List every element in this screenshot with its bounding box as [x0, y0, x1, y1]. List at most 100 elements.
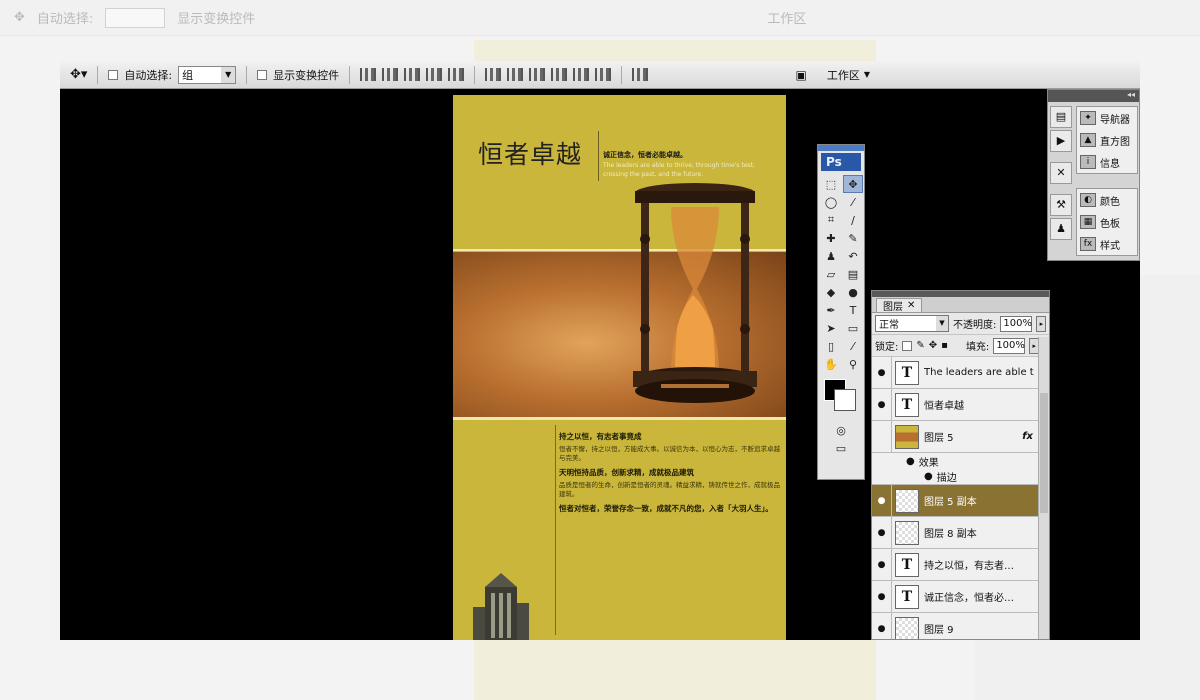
distribute-left-icon[interactable]	[551, 68, 568, 81]
layers-scrollbar[interactable]	[1038, 337, 1049, 639]
type-tool-icon[interactable]: T	[843, 301, 863, 319]
dock-header[interactable]: ◂◂	[1048, 90, 1139, 102]
tool-presets-icon[interactable]: ✕	[1050, 162, 1072, 184]
eye-icon[interactable]: ●	[872, 580, 892, 613]
crop-tool-icon[interactable]: ⌗	[821, 211, 841, 229]
eye-icon[interactable]: ●	[872, 516, 892, 549]
auto-align-icon[interactable]	[632, 68, 649, 81]
align-top-icon[interactable]	[360, 68, 377, 81]
healing-brush-icon[interactable]: ✚	[821, 229, 841, 247]
layer-row[interactable]: 图层 5 fx	[872, 420, 1049, 453]
fill-field[interactable]: 100%	[993, 337, 1026, 354]
clone-source-icon[interactable]: ♟	[1050, 218, 1072, 240]
document-canvas[interactable]: 恒者卓越 诚正信念，恒者必能卓越。 The leaders are able t…	[453, 95, 786, 640]
bridge-icon[interactable]: ▣	[796, 68, 807, 82]
workspace-button[interactable]: ▣ 工作区 ▼	[796, 67, 871, 83]
eyedropper-tool-icon[interactable]: ⁄	[843, 337, 863, 355]
background-strip	[474, 40, 876, 62]
opacity-field[interactable]: 100%	[1000, 315, 1033, 332]
lock-row: 锁定: ✎ ✥ ▪ 填充: 100% ▸	[872, 335, 1049, 357]
hand-tool-icon[interactable]: ✋	[821, 355, 841, 373]
doc-title: 恒者卓越	[478, 140, 583, 169]
opacity-arrow-icon[interactable]: ▸	[1036, 315, 1047, 332]
quick-mask-icon[interactable]: ◎	[821, 421, 861, 439]
shape-tool-icon[interactable]: ▭	[843, 319, 863, 337]
marquee-tool-icon[interactable]: ⬚	[821, 175, 841, 193]
color-swatches	[822, 377, 860, 417]
dock-item-histogram[interactable]: ▲ 直方图	[1077, 129, 1137, 151]
eye-icon[interactable]: ●	[872, 548, 892, 581]
auto-select-value: 组	[182, 68, 194, 82]
lock-paint-icon[interactable]: ✎	[916, 340, 924, 351]
pen-tool-icon[interactable]: ✒	[821, 301, 841, 319]
lasso-tool-icon[interactable]: ◯	[821, 193, 841, 211]
tab-layers[interactable]: 图层 ✕	[876, 298, 923, 313]
auto-select-dropdown[interactable]: 组 ▼	[178, 65, 237, 84]
move-tool-icon[interactable]: ✥▾	[70, 67, 87, 82]
eye-icon[interactable]: ●	[924, 471, 933, 482]
eye-icon[interactable]: ●	[906, 456, 915, 467]
blend-mode-select[interactable]: 正常 ▼	[875, 315, 949, 332]
background-color[interactable]	[834, 389, 856, 411]
distribute-right-icon[interactable]	[595, 68, 612, 81]
layer-row[interactable]: ● 图层 8 副本	[872, 516, 1049, 549]
styles-icon: fx	[1080, 237, 1096, 251]
clone-stamp-icon[interactable]: ♟	[821, 247, 841, 265]
path-select-icon[interactable]: ➤	[821, 319, 841, 337]
eye-icon[interactable]: ●	[872, 356, 892, 389]
notes-tool-icon[interactable]: ▯	[821, 337, 841, 355]
layer-row[interactable]: ● T 持之以恒，有志者…	[872, 548, 1049, 581]
eye-icon[interactable]: ●	[872, 484, 892, 517]
layer-row[interactable]: ● 图层 9	[872, 612, 1049, 639]
lock-move-icon[interactable]: ✥	[929, 340, 937, 351]
screen-mode-icon[interactable]: ▭	[821, 439, 861, 457]
align-middle-icon[interactable]	[382, 68, 399, 81]
tab-layers-label: 图层	[883, 302, 903, 313]
layer-row[interactable]: ● T 诚正信念，恒者必…	[872, 580, 1049, 613]
close-icon[interactable]: ✕	[907, 300, 915, 311]
distribute-middle-icon[interactable]	[507, 68, 524, 81]
toolbox-header[interactable]	[818, 145, 864, 151]
dock-item-styles[interactable]: fx 样式	[1077, 233, 1137, 255]
dock-item-color[interactable]: ◐ 颜色	[1077, 189, 1137, 211]
eye-hidden-slot[interactable]	[872, 420, 892, 453]
lock-all-icon[interactable]: ▪	[941, 340, 948, 351]
align-left-icon[interactable]	[426, 68, 443, 81]
auto-select-checkbox[interactable]	[108, 69, 119, 80]
distribute-bottom-icon[interactable]	[529, 68, 546, 81]
stroke-effect-row[interactable]: ● 描边	[872, 469, 1049, 485]
dock-item-info[interactable]: i 信息	[1077, 151, 1137, 173]
distribute-center-icon[interactable]	[573, 68, 590, 81]
dock-item-navigator[interactable]: ✦ 导航器	[1077, 107, 1137, 129]
slice-tool-icon[interactable]: ∕	[843, 211, 863, 229]
effects-row[interactable]: ● 效果	[872, 453, 1049, 469]
show-transform-checkbox[interactable]	[257, 69, 268, 80]
dodge-tool-icon[interactable]: ●	[843, 283, 863, 301]
align-center-icon[interactable]	[448, 68, 465, 81]
layer-row-selected[interactable]: ● 图层 5 副本	[872, 484, 1049, 517]
distribute-top-icon[interactable]	[485, 68, 502, 81]
zoom-tool-icon[interactable]: ⚲	[843, 355, 863, 373]
eye-icon[interactable]: ●	[872, 612, 892, 639]
workspace-label: 工作区	[826, 68, 860, 82]
brushes-icon[interactable]: ⚒	[1050, 194, 1072, 216]
dock-icon-column: ▤ ▶ ✕ ⚒ ♟	[1050, 106, 1074, 242]
move-tool-icon[interactable]: ✥	[843, 175, 863, 193]
align-bottom-icon[interactable]	[404, 68, 421, 81]
gradient-tool-icon[interactable]: ▤	[843, 265, 863, 283]
magic-wand-tool-icon[interactable]: ⁄	[843, 193, 863, 211]
fx-icon[interactable]: fx	[1022, 431, 1033, 442]
history-brush-icon[interactable]: ↶	[843, 247, 863, 265]
layer-row[interactable]: ● T 恒者卓越	[872, 388, 1049, 421]
scrollbar-thumb[interactable]	[1040, 393, 1048, 513]
doc-closing: 恒者对恒者，荣誉存念一致，成就不凡的您，入者「大羽人生」。	[559, 504, 773, 513]
layer-row[interactable]: ● T The leaders are able t…	[872, 356, 1049, 389]
blur-tool-icon[interactable]: ◆	[821, 283, 841, 301]
lock-transparency-icon[interactable]	[902, 340, 913, 351]
eraser-tool-icon[interactable]: ▱	[821, 265, 841, 283]
eye-icon[interactable]: ●	[872, 388, 892, 421]
dock-item-swatches[interactable]: ▦ 色板	[1077, 211, 1137, 233]
brush-tool-icon[interactable]: ✎	[843, 229, 863, 247]
history-icon[interactable]: ▤	[1050, 106, 1072, 128]
actions-icon[interactable]: ▶	[1050, 130, 1072, 152]
